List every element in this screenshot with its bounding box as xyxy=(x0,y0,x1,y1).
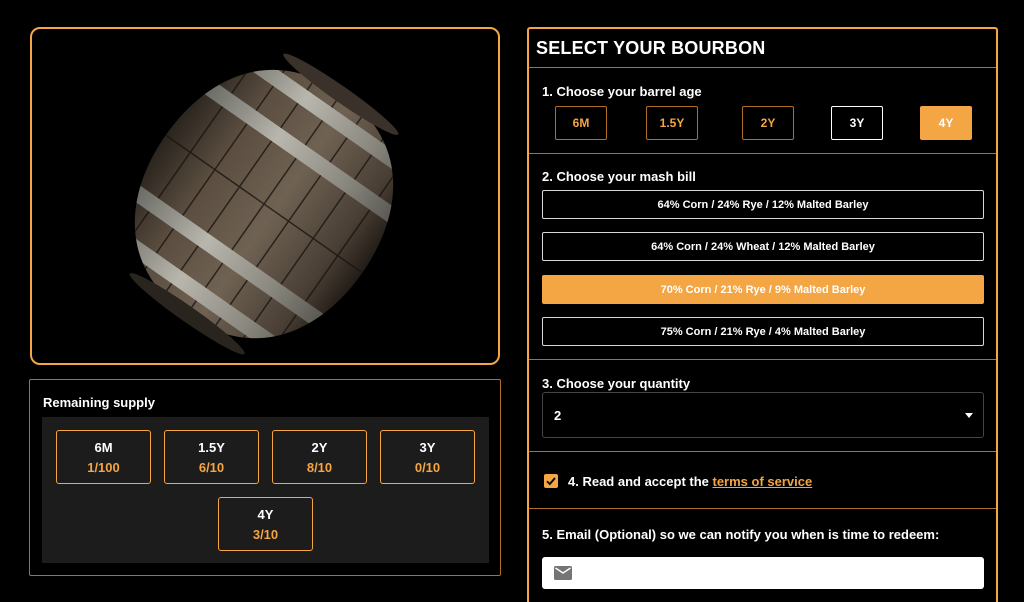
divider xyxy=(529,451,996,452)
supply-card-6m: 6M 1/100 xyxy=(56,430,151,484)
remaining-supply-panel: Remaining supply 6M 1/100 1.5Y 6/10 2Y 8… xyxy=(29,379,501,576)
supply-card-value: 1/100 xyxy=(87,460,120,475)
quantity-label: 3. Choose your quantity xyxy=(542,376,691,391)
mash-bill-label: 2. Choose your mash bill xyxy=(542,169,696,184)
terms-label: 4. Read and accept the terms of service xyxy=(568,474,812,489)
age-option-6m[interactable]: 6M xyxy=(555,106,607,140)
remaining-supply-title: Remaining supply xyxy=(43,395,155,410)
select-bourbon-panel: SELECT YOUR BOURBON 1. Choose your barre… xyxy=(527,27,998,602)
mash-option-1[interactable]: 64% Corn / 24% Rye / 12% Malted Barley xyxy=(542,190,984,219)
mail-icon xyxy=(554,566,572,580)
supply-grid: 6M 1/100 1.5Y 6/10 2Y 8/10 3Y 0/10 4Y 3/… xyxy=(42,417,489,563)
supply-card-label: 1.5Y xyxy=(198,440,225,455)
mash-option-2[interactable]: 64% Corn / 24% Wheat / 12% Malted Barley xyxy=(542,232,984,261)
barrel-age-label: 1. Choose your barrel age xyxy=(542,84,702,99)
supply-card-value: 0/10 xyxy=(414,460,441,475)
divider xyxy=(529,153,996,154)
terms-prefix: 4. Read and accept the xyxy=(568,474,713,489)
quantity-select[interactable]: 2 xyxy=(542,392,984,438)
age-option-2y[interactable]: 2Y xyxy=(742,106,794,140)
age-option-4y[interactable]: 4Y xyxy=(920,106,972,140)
supply-card-label: 4Y xyxy=(257,507,274,522)
mash-option-4[interactable]: 75% Corn / 21% Rye / 4% Malted Barley xyxy=(542,317,984,346)
age-option-3y[interactable]: 3Y xyxy=(831,106,883,140)
supply-card-value: 8/10 xyxy=(306,460,333,475)
supply-card-1-5y: 1.5Y 6/10 xyxy=(164,430,259,484)
check-icon xyxy=(546,477,556,486)
barrel-image-panel xyxy=(30,27,500,365)
email-field[interactable] xyxy=(542,557,984,589)
supply-card-3y: 3Y 0/10 xyxy=(380,430,475,484)
supply-card-value: 6/10 xyxy=(198,460,225,475)
chevron-down-icon xyxy=(965,413,973,418)
supply-card-value: 3/10 xyxy=(252,527,279,542)
divider xyxy=(529,67,996,68)
panel-title: SELECT YOUR BOURBON xyxy=(536,38,766,58)
barrel-image xyxy=(89,32,439,363)
email-input[interactable] xyxy=(584,557,974,589)
email-label: 5. Email (Optional) so we can notify you… xyxy=(542,527,940,542)
supply-card-label: 2Y xyxy=(311,440,328,455)
supply-card-2y: 2Y 8/10 xyxy=(272,430,367,484)
age-option-1-5y[interactable]: 1.5Y xyxy=(646,106,698,140)
divider xyxy=(529,508,996,509)
supply-card-4y: 4Y 3/10 xyxy=(218,497,313,551)
supply-card-label: 6M xyxy=(94,440,113,455)
terms-of-service-link[interactable]: terms of service xyxy=(713,474,813,489)
supply-card-label: 3Y xyxy=(419,440,436,455)
divider xyxy=(529,359,996,360)
quantity-value: 2 xyxy=(554,408,562,423)
terms-checkbox[interactable] xyxy=(544,474,558,488)
mash-option-3[interactable]: 70% Corn / 21% Rye / 9% Malted Barley xyxy=(542,275,984,304)
